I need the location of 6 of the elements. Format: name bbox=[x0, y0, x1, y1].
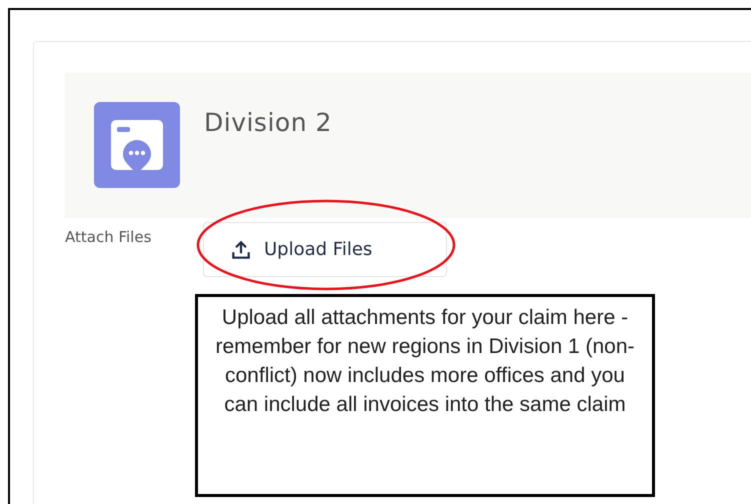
callout-note: Upload all attachments for your claim here - remember for new regions in Division 1 (non-conflict) now includes more offices and you can include all invoices into the same claim bbox=[195, 294, 655, 497]
upload-files-button[interactable]: Upload Files bbox=[203, 222, 447, 277]
chat-window-icon bbox=[94, 102, 180, 188]
division-title: Division 2 bbox=[204, 108, 332, 137]
attach-files-label: Attach Files bbox=[65, 228, 152, 246]
upload-icon bbox=[230, 238, 252, 260]
